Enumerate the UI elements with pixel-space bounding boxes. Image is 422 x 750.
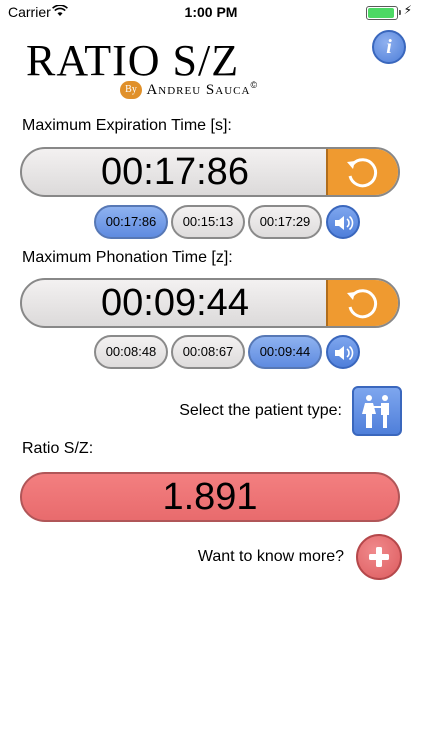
info-button[interactable]: i [372,30,406,64]
speaker-icon [335,215,354,231]
expiration-timer[interactable]: 00:17:86 [20,147,400,197]
app-title: RATIO S/Z [26,36,240,85]
expiration-attempt-2[interactable]: 00:15:13 [171,205,245,239]
expiration-reset-button[interactable] [326,149,398,195]
more-info-button[interactable] [356,534,402,580]
phonation-attempt-1[interactable]: 00:08:48 [94,335,168,369]
adults-icon [362,395,389,428]
expiration-attempt-1[interactable]: 00:17:86 [94,205,168,239]
phonation-attempt-2[interactable]: 00:08:67 [171,335,245,369]
patient-type-button[interactable] [352,386,402,436]
expiration-value: 00:17:86 [101,151,249,193]
plus-icon [369,547,389,567]
ratio-value: 1.891 [20,472,400,522]
patient-type-label: Select the patient type: [179,402,342,419]
expiration-label: Maximum Expiration Time [s]: [22,117,232,134]
status-time: 1:00 PM [184,4,238,20]
reset-icon [347,289,378,319]
expiration-speaker-button[interactable] [326,205,360,239]
phonation-timer[interactable]: 00:09:44 [20,278,400,328]
more-label: Want to know more? [197,548,344,565]
copyright-mark: © [250,80,258,90]
phonation-reset-button[interactable] [326,280,398,326]
speaker-icon [335,345,354,361]
phonation-speaker-button[interactable] [326,335,360,369]
battery-icon [366,6,401,20]
phonation-label: Maximum Phonation Time [z]: [22,249,233,266]
status-bar: Carrier 1:00 PM ⚡ [0,0,422,24]
by-badge: By [120,81,142,100]
phonation-attempt-3[interactable]: 00:09:44 [248,335,322,369]
expiration-attempt-3[interactable]: 00:17:29 [248,205,322,239]
charging-bolt-icon: ⚡ [403,3,412,17]
phonation-value: 00:09:44 [101,282,249,324]
ratio-label: Ratio S/Z: [22,440,94,457]
author-name: Andreu Sauca [146,81,251,98]
reset-icon [347,158,378,188]
info-icon: i [386,36,392,58]
author-credit: By Andreu Sauca© [120,80,258,100]
